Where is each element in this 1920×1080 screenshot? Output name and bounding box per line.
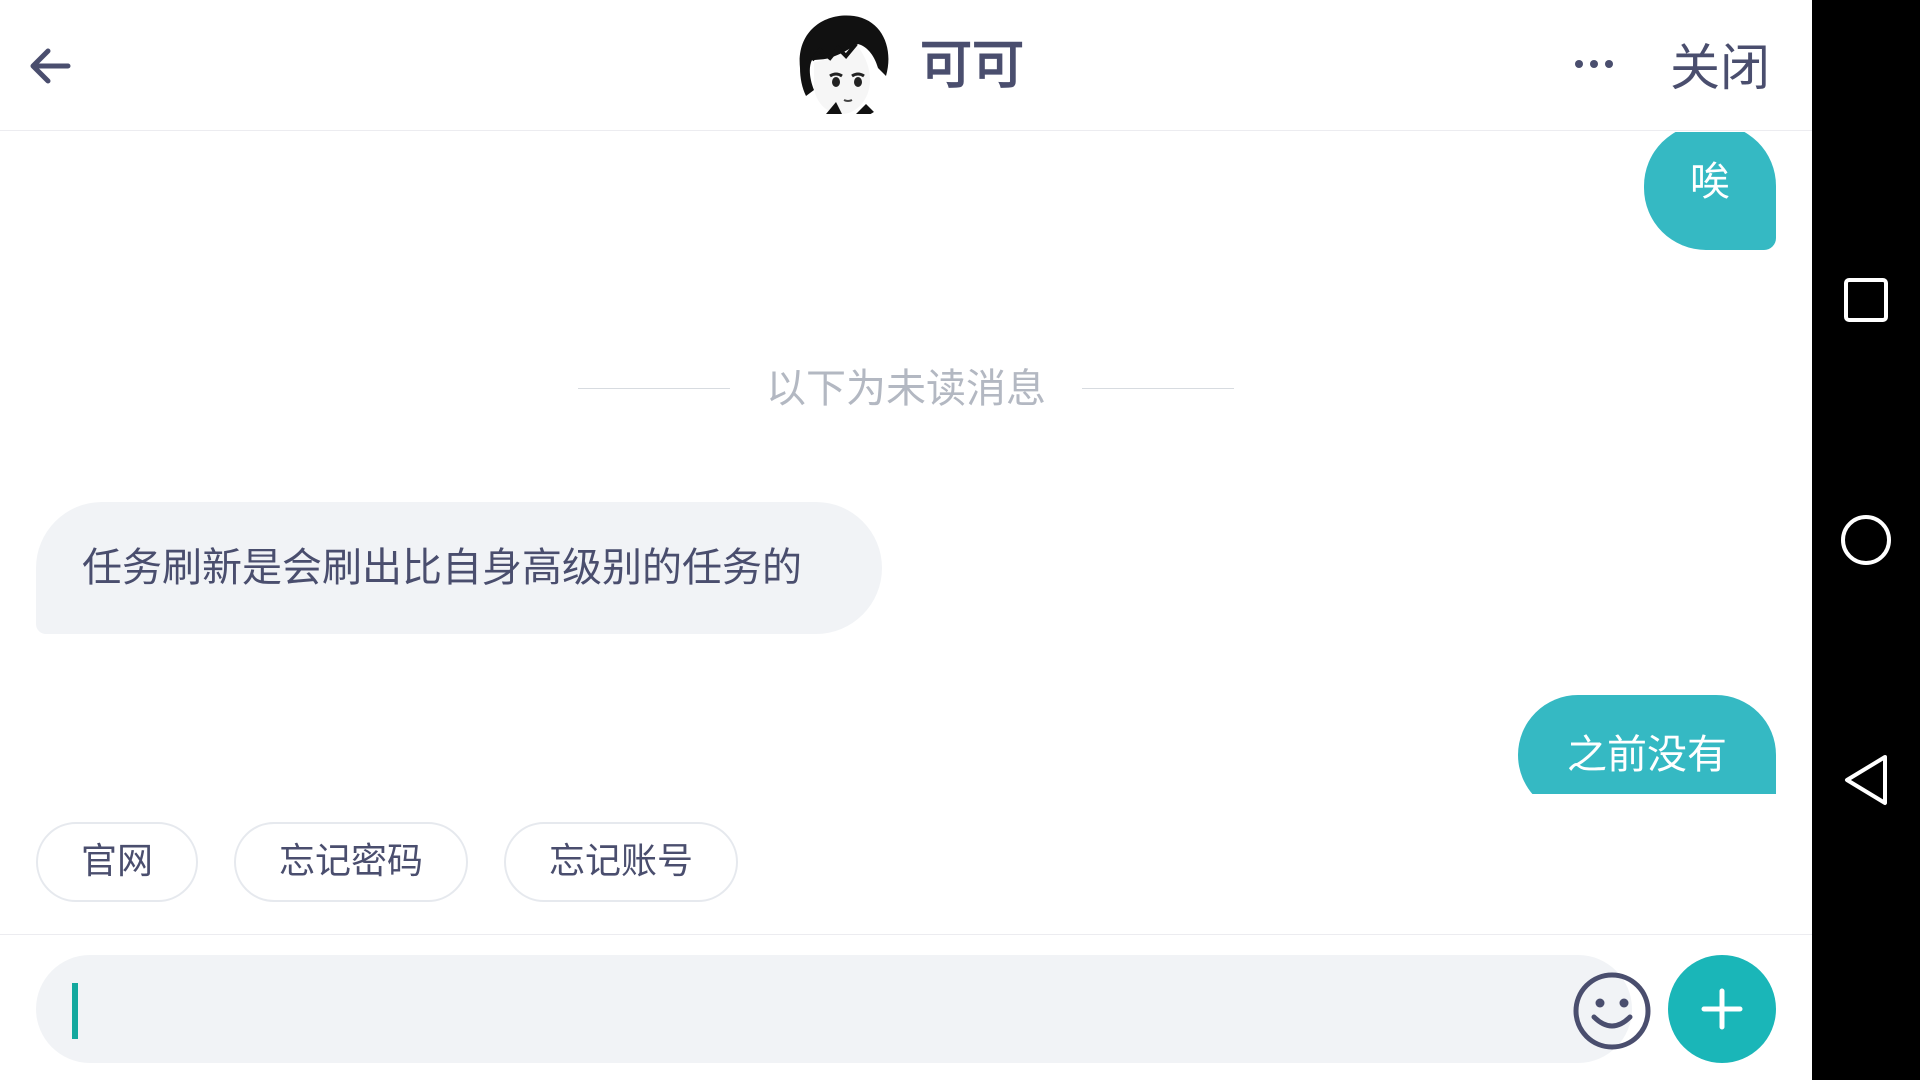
back-button[interactable]	[22, 38, 78, 94]
contact-name: 可可	[920, 36, 1025, 96]
outgoing-message[interactable]: 之前没有	[1518, 695, 1776, 794]
emoji-button[interactable]	[1572, 971, 1652, 1051]
home-button[interactable]	[1830, 504, 1902, 576]
chat-header: 可可 关闭	[0, 0, 1812, 131]
unread-divider: 以下为未读消息	[578, 364, 1234, 414]
home-icon	[1841, 515, 1891, 565]
anime-avatar-image	[786, 10, 898, 122]
divider-line	[1082, 388, 1234, 389]
composer-bar	[0, 934, 1812, 1080]
recent-apps-icon	[1844, 278, 1888, 322]
back-triangle-icon	[1845, 755, 1887, 805]
quick-replies: 官网 忘记密码 忘记账号	[0, 822, 1812, 906]
more-horizontal-icon	[1605, 60, 1613, 68]
system-back-button[interactable]	[1830, 744, 1902, 816]
quick-reply-official-site[interactable]: 官网	[36, 822, 198, 902]
more-button[interactable]	[1564, 44, 1624, 84]
message-input-container[interactable]	[36, 955, 1651, 1063]
quick-reply-forgot-account[interactable]: 忘记账号	[504, 822, 738, 902]
more-horizontal-icon	[1590, 60, 1598, 68]
close-button[interactable]: 关闭	[1670, 36, 1770, 100]
avatar[interactable]	[786, 10, 898, 122]
incoming-message[interactable]: 任务刷新是会刷出比自身高级别的任务的	[36, 502, 882, 634]
system-navigation-bar	[1812, 0, 1920, 1080]
chat-app: 可可 关闭 唉 以下为未读消息 任务刷新是会刷出比自身高级别的任务的 之前没有 …	[0, 0, 1812, 1080]
arrow-left-icon	[30, 48, 71, 84]
message-list[interactable]: 唉 以下为未读消息 任务刷新是会刷出比自身高级别的任务的 之前没有	[0, 132, 1812, 794]
recent-apps-button[interactable]	[1830, 264, 1902, 336]
smiley-icon	[1573, 972, 1651, 1050]
quick-reply-forgot-password[interactable]: 忘记密码	[234, 822, 468, 902]
unread-divider-text: 以下为未读消息	[766, 366, 1046, 412]
outgoing-message[interactable]: 唉	[1644, 132, 1776, 250]
plus-button[interactable]	[1668, 955, 1776, 1063]
text-caret	[72, 983, 78, 1039]
plus-icon	[1701, 988, 1743, 1030]
more-horizontal-icon	[1575, 60, 1583, 68]
message-input[interactable]	[88, 975, 1528, 1043]
